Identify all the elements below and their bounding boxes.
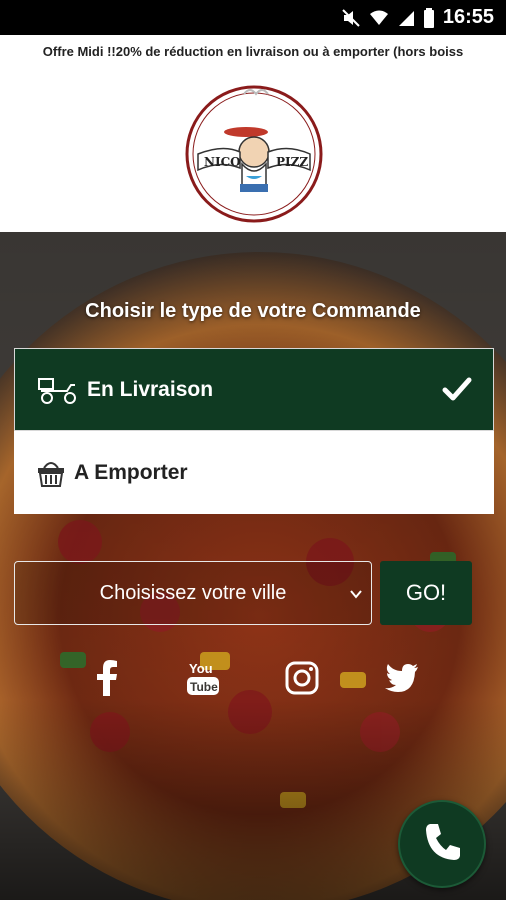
- svg-text:PIZZ: PIZZ: [276, 155, 308, 169]
- delivery-scooter-icon: [37, 375, 79, 405]
- call-button[interactable]: [398, 800, 486, 888]
- youtube-icon[interactable]: You Tube: [183, 658, 223, 698]
- clock: 16:55: [442, 6, 494, 28]
- takeaway-label: A Emporter: [74, 460, 188, 484]
- promo-marquee: Offre Midi !!20% de réduction en livrais…: [0, 35, 506, 67]
- status-bar: 16:55: [0, 0, 506, 35]
- wifi-icon: [369, 8, 389, 28]
- go-button[interactable]: GO!: [380, 561, 472, 625]
- checkmark-icon: [441, 373, 473, 411]
- svg-text:Tube: Tube: [190, 680, 218, 694]
- battery-icon: [423, 7, 435, 28]
- svg-text:You: You: [189, 661, 213, 676]
- mute-icon: [341, 8, 361, 28]
- delivery-option[interactable]: En Livraison: [14, 348, 494, 431]
- takeaway-option[interactable]: A Emporter: [14, 431, 494, 514]
- phone-icon: [420, 820, 464, 869]
- instagram-icon[interactable]: [282, 658, 322, 698]
- facebook-icon[interactable]: [87, 658, 127, 698]
- basket-icon: [36, 458, 66, 488]
- signal-icon: [397, 9, 415, 27]
- twitter-icon[interactable]: [382, 658, 422, 698]
- delivery-label: En Livraison: [87, 377, 214, 401]
- svg-text:NICO: NICO: [204, 155, 241, 169]
- city-select[interactable]: Choisissez votre ville: [14, 561, 372, 625]
- restaurant-logo: NICO PIZZ: [185, 85, 323, 223]
- order-type-heading: Choisir le type de votre Commande: [85, 300, 421, 322]
- logo-header: NICO PIZZ: [0, 67, 506, 232]
- city-select-value: Choisissez votre ville: [99, 581, 287, 604]
- chevron-down-icon: [349, 584, 363, 607]
